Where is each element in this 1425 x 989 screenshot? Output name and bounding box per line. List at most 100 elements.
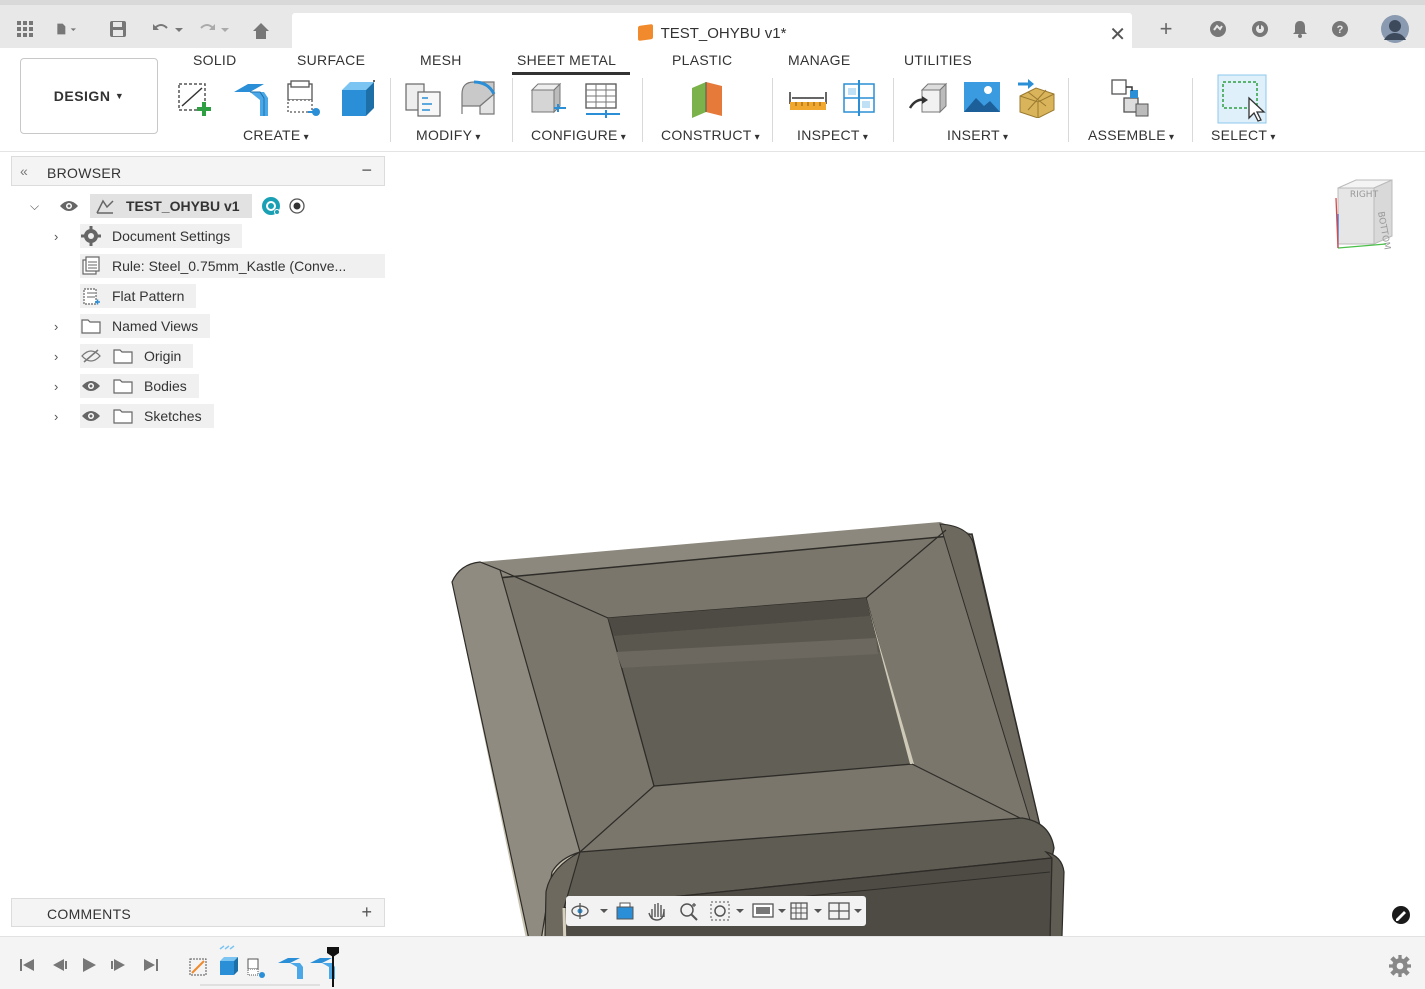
group-create[interactable]: CREATE	[243, 127, 309, 143]
apps-grid-icon[interactable]	[15, 19, 35, 39]
insert-canvas-icon[interactable]	[962, 78, 1002, 118]
undo-icon[interactable]	[150, 19, 186, 39]
section-analysis-icon[interactable]	[840, 78, 880, 118]
folder-icon	[112, 406, 134, 426]
chevron-right-icon[interactable]: ›	[54, 349, 80, 364]
tree-item-rule[interactable]: Rule: Steel_0.75mm_Kastle (Conve...	[80, 253, 385, 279]
timeline-settings-gear-icon[interactable]	[1389, 955, 1411, 977]
tab-surface[interactable]: SURFACE	[297, 52, 365, 68]
group-inspect[interactable]: INSPECT	[797, 127, 868, 143]
timeline-feature-derive-icon[interactable]	[247, 958, 265, 978]
orbit-icon[interactable]	[570, 901, 610, 921]
redo-icon[interactable]	[196, 19, 232, 39]
pan-hand-icon[interactable]	[646, 901, 668, 921]
timeline-features[interactable]	[186, 943, 346, 987]
flat-pattern-icon	[80, 286, 102, 306]
chevron-right-icon[interactable]: ›	[54, 409, 80, 424]
group-modify[interactable]: MODIFY	[416, 127, 481, 143]
new-tab-icon[interactable]: +	[1156, 16, 1176, 41]
eye-hidden-icon[interactable]	[80, 346, 102, 366]
home-icon[interactable]	[251, 21, 271, 41]
group-assemble[interactable]: ASSEMBLE	[1088, 127, 1174, 143]
tab-plastic[interactable]: PLASTIC	[672, 52, 732, 68]
group-select[interactable]: SELECT	[1211, 127, 1276, 143]
group-configure[interactable]: CONFIGURE	[531, 127, 626, 143]
play-icon[interactable]	[80, 956, 98, 974]
help-icon[interactable]: ?	[1330, 19, 1350, 39]
svg-text:?: ?	[1337, 24, 1344, 36]
fit-icon[interactable]	[710, 901, 746, 921]
sheet-metal-rules-icon[interactable]	[528, 78, 568, 118]
step-forward-icon[interactable]	[110, 956, 128, 974]
measure-icon[interactable]	[788, 78, 828, 118]
eye-icon[interactable]	[80, 376, 102, 396]
sketch-palette-icon[interactable]	[1391, 905, 1411, 925]
browser-title: BROWSER	[47, 165, 122, 181]
extrude-icon[interactable]	[338, 78, 378, 118]
tab-mesh[interactable]: MESH	[420, 52, 462, 68]
tree-item-named-views[interactable]: › Named Views	[54, 313, 211, 339]
document-tab[interactable]: TEST_OHYBU v1* ✕	[292, 13, 1132, 53]
press-pull-icon[interactable]	[404, 78, 444, 118]
close-tab-icon[interactable]: ✕	[1109, 22, 1126, 47]
step-back-icon[interactable]	[50, 956, 68, 974]
derive-icon[interactable]	[284, 78, 324, 118]
eye-icon[interactable]	[80, 406, 102, 426]
tab-utilities[interactable]: UTILITIES	[904, 52, 972, 68]
notifications-bell-icon[interactable]	[1290, 19, 1310, 39]
activate-radio-icon[interactable]	[286, 196, 308, 216]
tree-item-document-settings[interactable]: › Document Settings	[54, 223, 243, 249]
timeline-bar	[0, 936, 1425, 989]
viewcube-face-right[interactable]: RIGHT	[1350, 190, 1379, 200]
display-settings-icon[interactable]	[752, 901, 788, 921]
toolbar-ribbon: DESIGN ▼ SOLID SURFACE MESH SHEET METAL …	[0, 48, 1425, 152]
go-to-end-icon[interactable]	[142, 956, 160, 974]
select-icon[interactable]	[1217, 74, 1267, 124]
minimize-panel-icon[interactable]: −	[361, 160, 372, 181]
viewports-icon[interactable]	[828, 901, 864, 921]
group-separator	[772, 78, 773, 142]
tree-item-sketches[interactable]: › Sketches	[54, 403, 214, 429]
chevron-right-icon[interactable]: ›	[54, 379, 80, 394]
configure-table-icon[interactable]	[582, 78, 622, 118]
file-menu-icon[interactable]	[56, 19, 76, 39]
tab-sheet-metal[interactable]: SHEET METAL	[512, 52, 631, 75]
look-at-icon[interactable]	[614, 901, 636, 921]
new-component-icon[interactable]	[1110, 78, 1150, 118]
tab-manage[interactable]: MANAGE	[788, 52, 850, 68]
create-sketch-icon[interactable]	[176, 78, 216, 118]
eye-icon[interactable]	[58, 196, 80, 216]
go-to-start-icon[interactable]	[18, 956, 36, 974]
construction-plane-icon[interactable]	[688, 78, 728, 118]
tree-item-flat-pattern[interactable]: Flat Pattern	[80, 283, 197, 309]
insert-mesh-icon[interactable]	[1016, 78, 1056, 118]
save-icon[interactable]	[108, 19, 128, 39]
add-comment-icon[interactable]: +	[361, 902, 372, 923]
active-component-icon[interactable]	[260, 196, 282, 216]
timeline-marker-handle[interactable]	[326, 945, 340, 987]
group-insert[interactable]: INSERT	[947, 127, 1008, 143]
insert-derive-icon[interactable]	[908, 78, 948, 118]
tree-item-origin[interactable]: › Origin	[54, 343, 194, 369]
timeline-feature-sketch-icon[interactable]	[189, 958, 207, 976]
tree-item-label: Flat Pattern	[112, 288, 185, 304]
group-construct[interactable]: CONSTRUCT	[661, 127, 760, 143]
workspace-switcher-button[interactable]: DESIGN ▼	[20, 58, 158, 134]
chevron-right-icon[interactable]: ›	[54, 319, 80, 334]
tree-item-bodies[interactable]: › Bodies	[54, 373, 199, 399]
chevron-down-icon[interactable]: ⌵	[30, 199, 48, 214]
tab-solid[interactable]: SOLID	[193, 52, 237, 68]
tree-root-item[interactable]: ⌵ TEST_OHYBU v1	[30, 193, 318, 219]
timeline-feature-extrude-icon[interactable]	[219, 945, 238, 975]
chevron-right-icon[interactable]: ›	[54, 229, 80, 244]
fillet-icon[interactable]	[458, 78, 498, 118]
user-avatar[interactable]	[1380, 14, 1410, 44]
timeline-feature-flange-icon[interactable]	[278, 958, 303, 979]
grid-snaps-icon[interactable]	[790, 901, 826, 921]
zoom-icon[interactable]	[678, 901, 700, 921]
viewcube[interactable]: RIGHT BOTTOM	[1330, 178, 1410, 258]
flange-icon[interactable]	[230, 78, 270, 118]
collapse-panel-icon[interactable]: «	[20, 163, 28, 179]
job-status-icon[interactable]	[1250, 19, 1270, 39]
extensions-icon[interactable]	[1208, 19, 1228, 39]
